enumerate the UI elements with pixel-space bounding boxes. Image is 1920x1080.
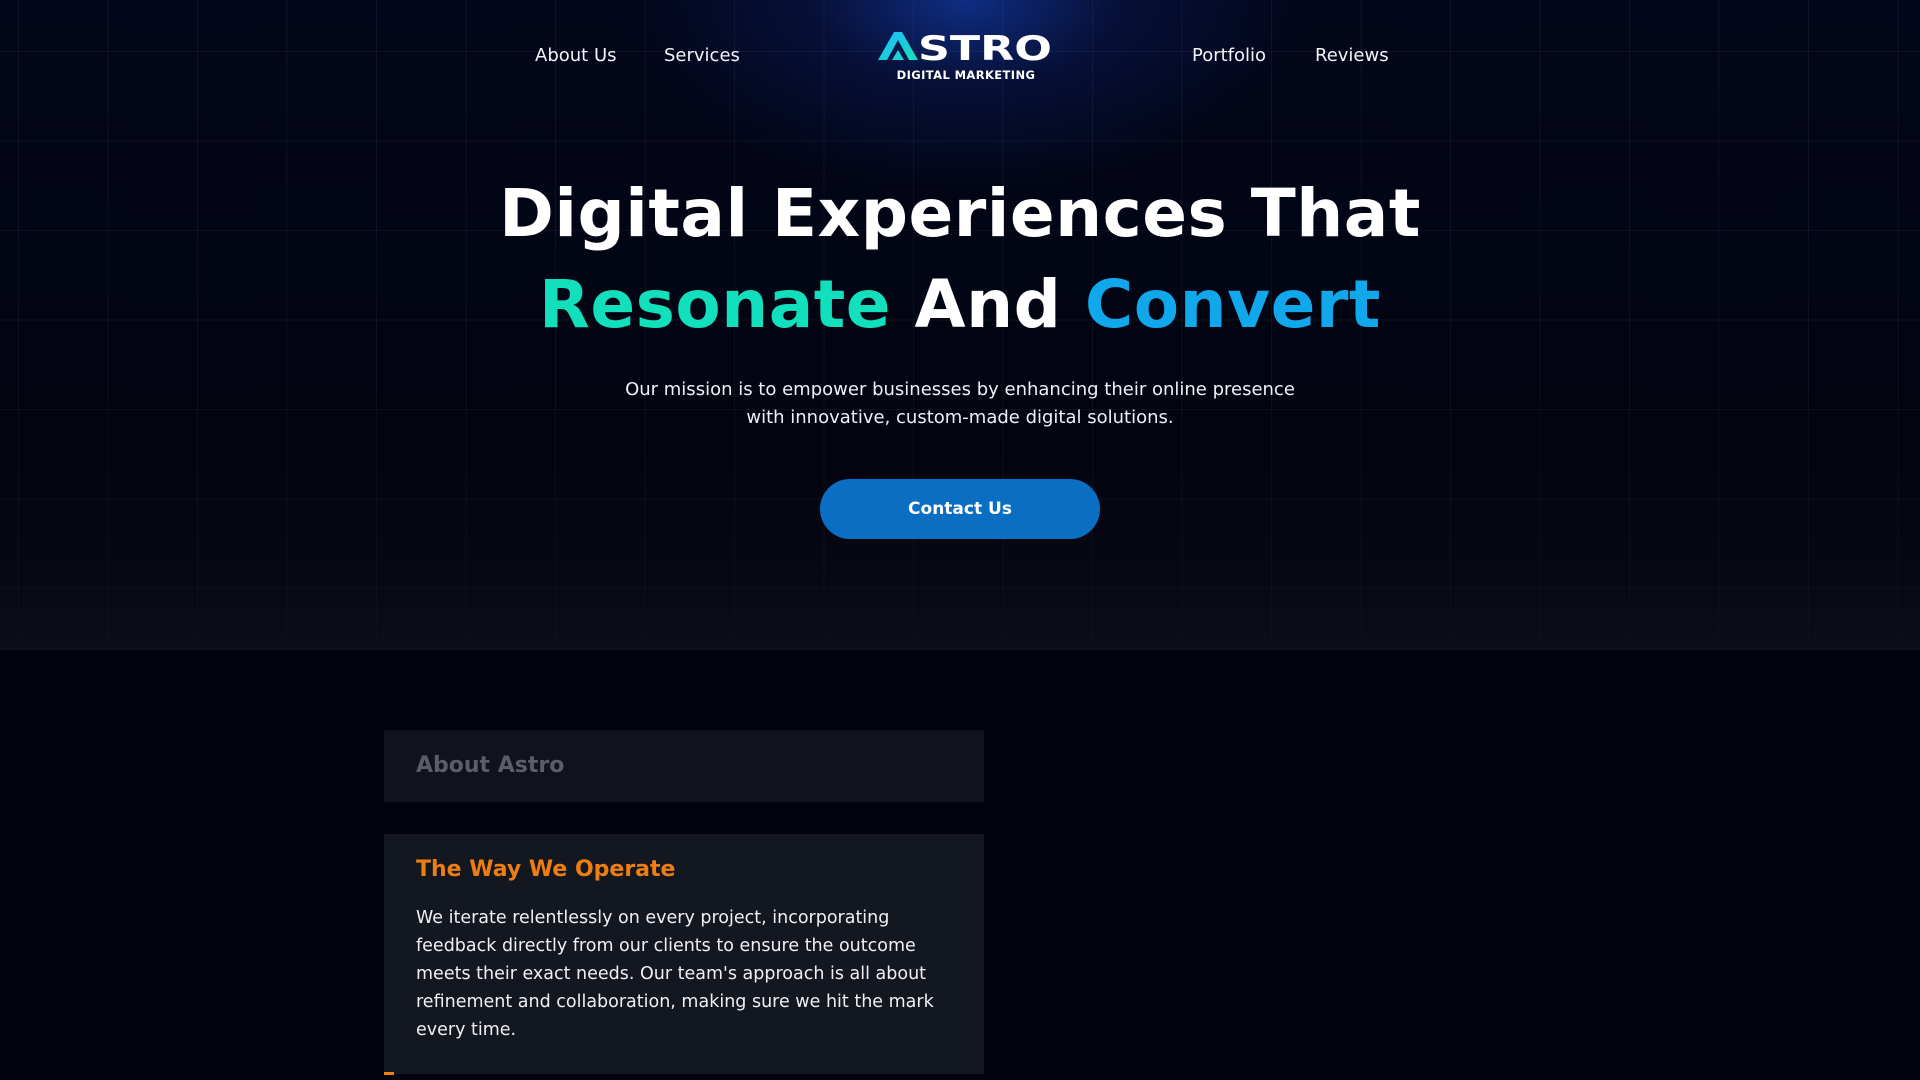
- contact-us-button[interactable]: Contact Us: [820, 479, 1100, 539]
- operate-card: The Way We Operate We iterate relentless…: [384, 834, 984, 1074]
- astro-wordmark: STRO: [878, 29, 1052, 69]
- operate-card-title: The Way We Operate: [416, 857, 676, 882]
- nav-link-portfolio[interactable]: Portfolio: [1192, 44, 1266, 68]
- landing-page: About Us Services Portfolio Reviews STRO…: [0, 0, 1920, 1080]
- astro-logo[interactable]: STRO DIGITAL MARKETING: [876, 28, 1056, 84]
- mission-line-1: Our mission is to empower businesses by …: [625, 379, 1295, 400]
- logo-wordmark-text: STRO: [918, 29, 1052, 69]
- about-astro-tab-label: About Astro: [416, 753, 565, 778]
- operate-card-body: We iterate relentlessly on every project…: [416, 908, 934, 1040]
- headline-word-and: And: [914, 266, 1062, 343]
- nav-link-reviews[interactable]: Reviews: [1315, 44, 1389, 68]
- headline-word-resonate: Resonate: [539, 266, 892, 343]
- logo-a-inner: [892, 50, 904, 60]
- hero-mission-text: Our mission is to empower businesses by …: [560, 376, 1360, 432]
- nav-link-about-us[interactable]: About Us: [535, 44, 617, 68]
- nav-link-services[interactable]: Services: [664, 44, 740, 68]
- hero-headline-line2: Resonate And Convert: [360, 265, 1560, 345]
- card-accent-mark: [384, 1072, 394, 1075]
- hero-headline-line1: Digital Experiences That: [499, 175, 1421, 252]
- hero-section: About Us Services Portfolio Reviews STRO…: [0, 0, 1920, 650]
- headline-word-convert: Convert: [1084, 266, 1381, 343]
- hero-bottom-fade: [0, 580, 1920, 650]
- mission-line-2: with innovative, custom-made digital sol…: [746, 407, 1174, 428]
- logo-subtitle: DIGITAL MARKETING: [896, 68, 1036, 82]
- about-astro-tab[interactable]: About Astro: [384, 730, 984, 802]
